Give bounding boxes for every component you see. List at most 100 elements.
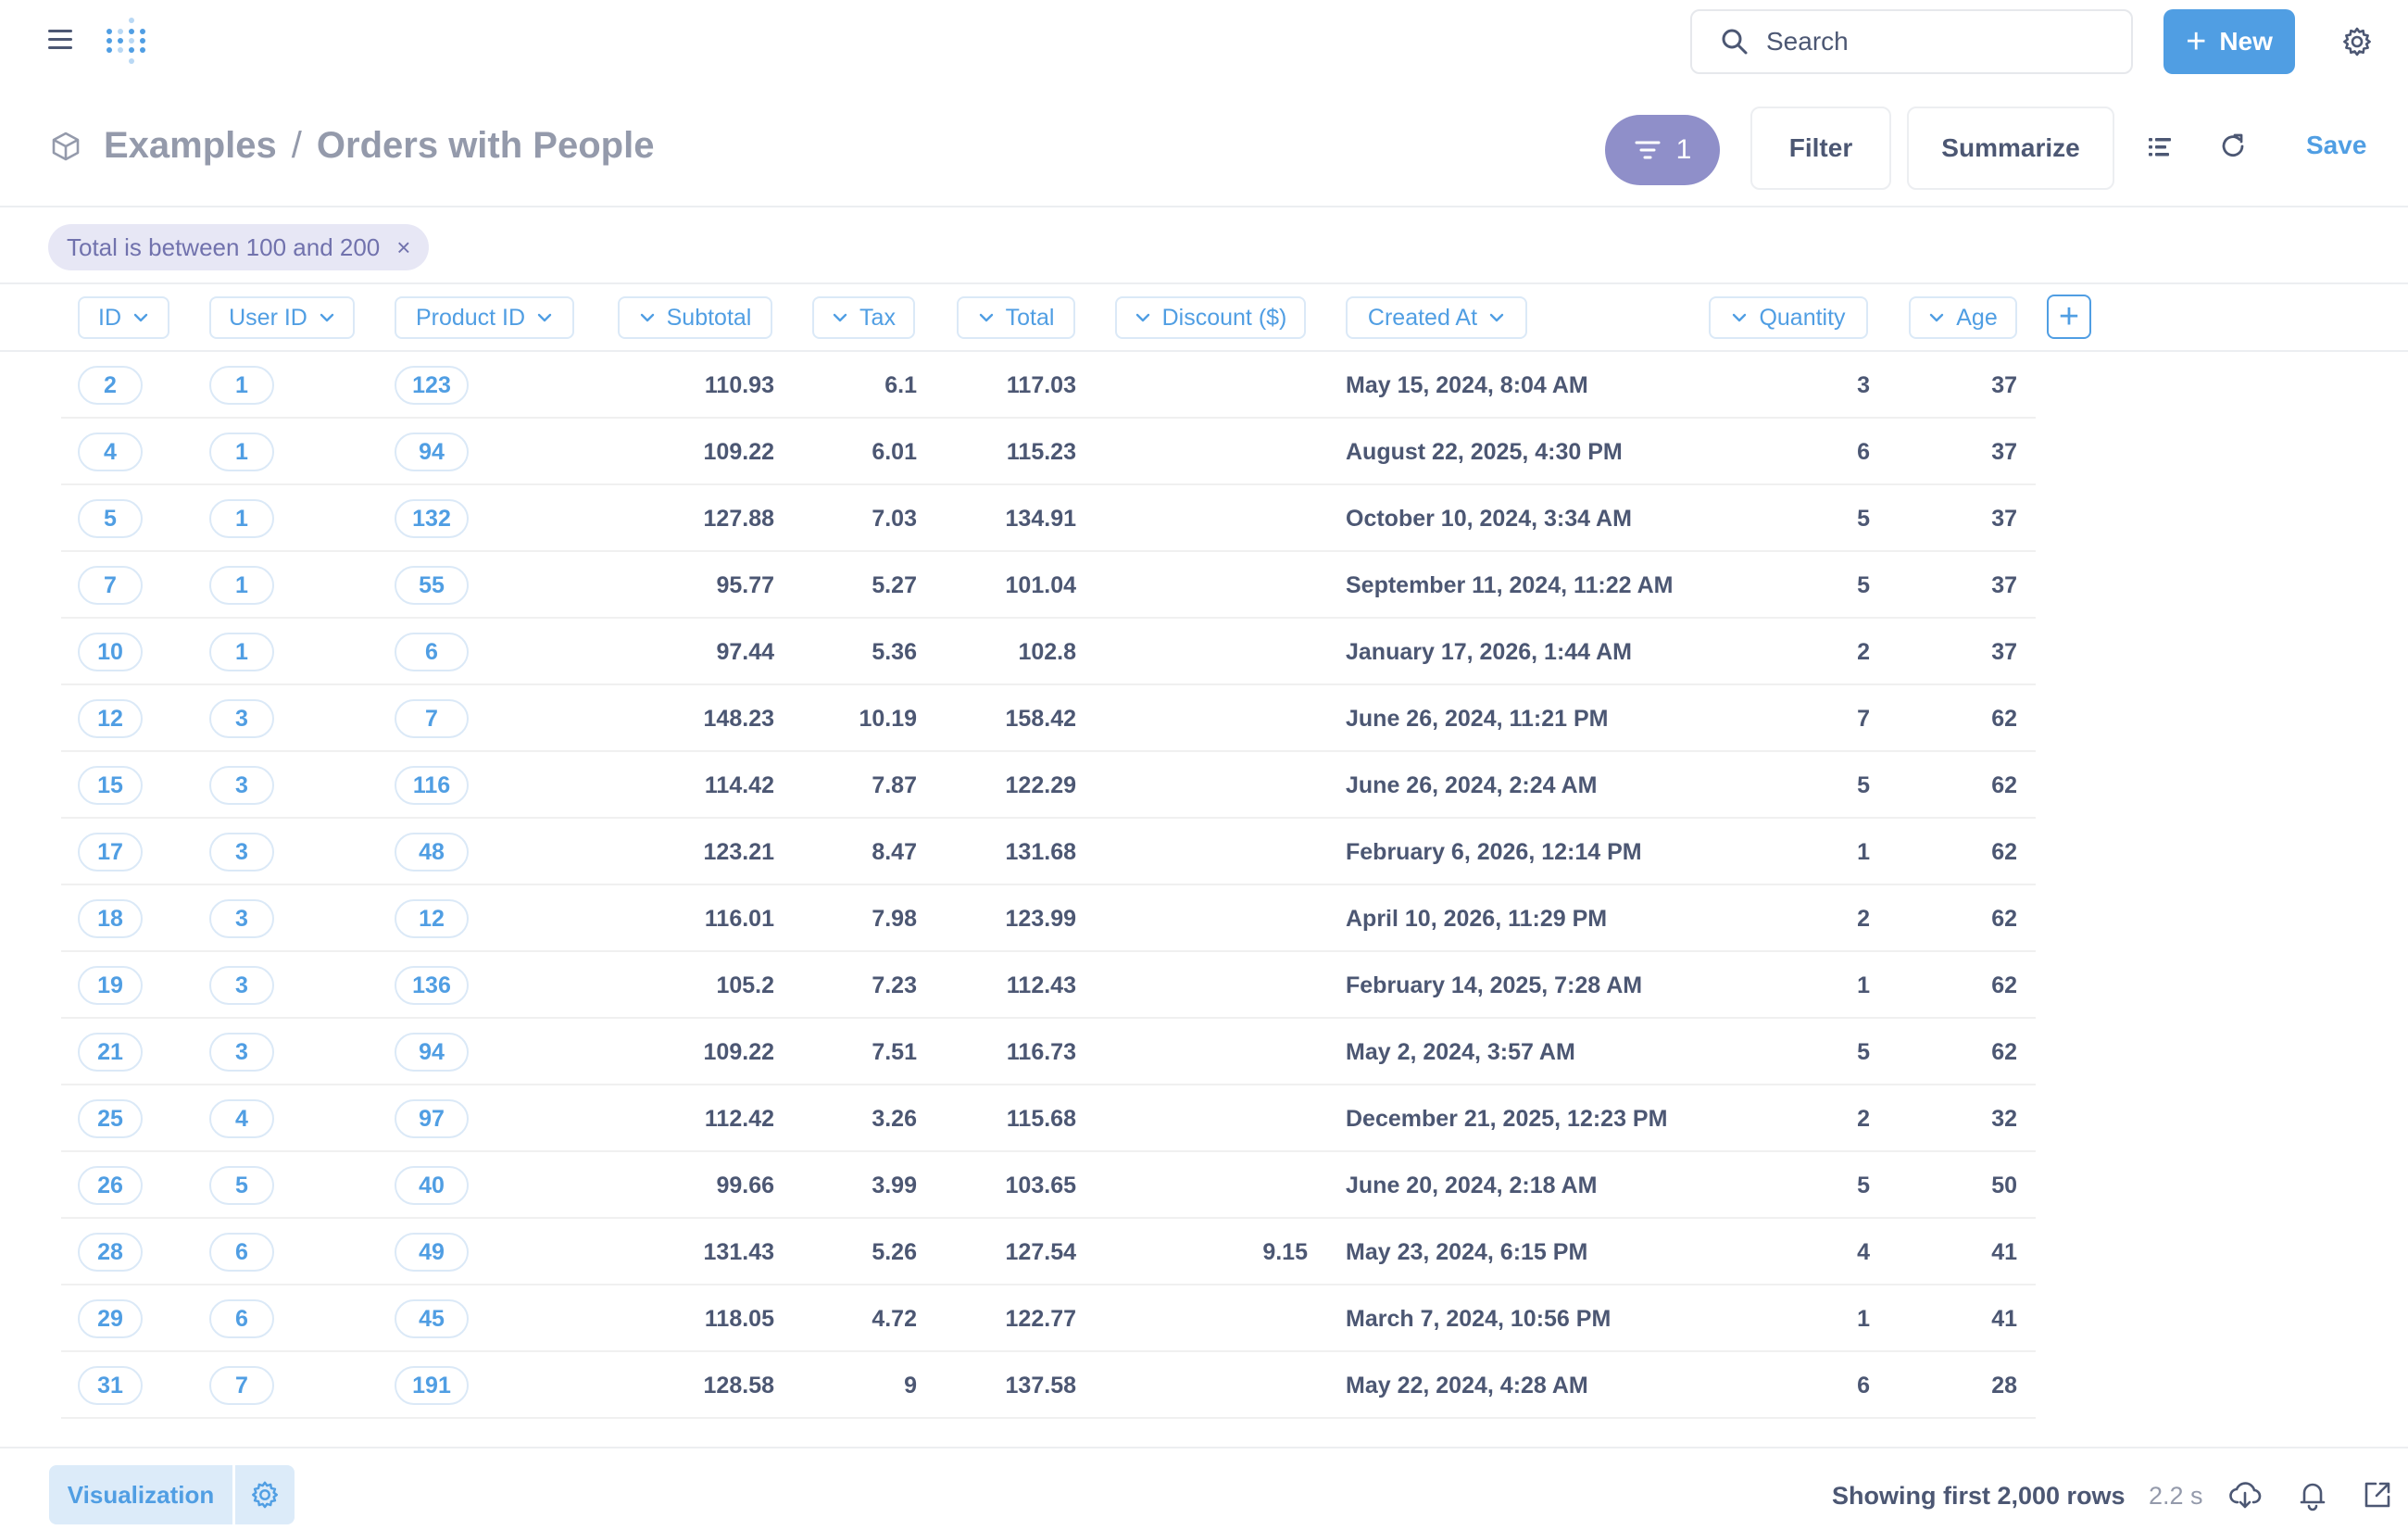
column-header-quantity[interactable]: Quantity (1709, 296, 1868, 339)
cell-user-id-link[interactable]: 3 (209, 899, 274, 938)
cell-product-id-link[interactable]: 136 (395, 966, 469, 1005)
cell-created-at: February 14, 2025, 7:28 AM (1346, 972, 1643, 998)
cell-total: 158.42 (1005, 706, 1076, 732)
cell-user-id-link[interactable]: 3 (209, 833, 274, 872)
cell-discount: 9.15 (1262, 1239, 1308, 1265)
cell-created-at: June 26, 2024, 2:24 AM (1346, 772, 1598, 798)
cell-id-link[interactable]: 17 (78, 833, 143, 872)
download-icon[interactable] (2228, 1478, 2262, 1511)
cell-product-id-link[interactable]: 7 (395, 699, 469, 738)
column-header-created-at[interactable]: Created At (1346, 296, 1527, 339)
visualization-settings-button[interactable] (235, 1465, 295, 1524)
cell-user-id-link[interactable]: 7 (209, 1366, 274, 1405)
column-header-user-id[interactable]: User ID (209, 296, 355, 339)
refresh-icon[interactable] (2217, 131, 2249, 162)
cell-age: 62 (1991, 972, 2017, 998)
notebook-editor-icon[interactable] (2147, 134, 2173, 160)
save-button[interactable]: Save (2306, 131, 2366, 160)
chevron-down-icon (979, 313, 993, 322)
cell-discount (1122, 1285, 1308, 1352)
cell-id-link[interactable]: 25 (78, 1099, 143, 1138)
cell-id-link[interactable]: 7 (78, 566, 143, 605)
add-column-button[interactable]: + (2047, 295, 2091, 339)
column-header-age[interactable]: Age (1909, 296, 2017, 339)
cell-product-id-link[interactable]: 116 (395, 766, 469, 805)
cell-user-id-link[interactable]: 3 (209, 699, 274, 738)
cell-user-id-link[interactable]: 1 (209, 499, 274, 538)
breadcrumb-collection[interactable]: Examples (104, 125, 277, 166)
table-row: 17 3 48 123.21 8.47 131.68 1 62 February 6, 2026… (0, 819, 2408, 885)
cell-id-link[interactable]: 5 (78, 499, 143, 538)
cell-product-id-link[interactable]: 191 (395, 1366, 469, 1405)
cell-product-id-link[interactable]: 49 (395, 1233, 469, 1272)
cell-id-link[interactable]: 21 (78, 1033, 143, 1072)
column-header-subtotal[interactable]: Subtotal (618, 296, 772, 339)
cell-user-id-link[interactable]: 4 (209, 1099, 274, 1138)
cell-product-id-link[interactable]: 6 (395, 633, 469, 671)
cell-id-link[interactable]: 4 (78, 433, 143, 471)
bell-icon[interactable] (2296, 1478, 2329, 1511)
cell-id-link[interactable]: 31 (78, 1366, 143, 1405)
hamburger-menu-icon[interactable] (48, 30, 72, 52)
search-placeholder: Search (1766, 27, 1849, 56)
cell-product-id-link[interactable]: 123 (395, 366, 469, 405)
cell-product-id-link[interactable]: 94 (395, 433, 469, 471)
cell-user-id-link[interactable]: 1 (209, 566, 274, 605)
cell-user-id-link[interactable]: 3 (209, 966, 274, 1005)
cell-user-id-link[interactable]: 5 (209, 1166, 274, 1205)
cell-product-id-link[interactable]: 94 (395, 1033, 469, 1072)
cell-created-at: May 23, 2024, 6:15 PM (1346, 1239, 1588, 1265)
cell-user-id-link[interactable]: 6 (209, 1299, 274, 1338)
footer-bar: Visualization Showing first 2,000 rows 2… (0, 1447, 2408, 1530)
chevron-down-icon (133, 313, 148, 322)
settings-gear-icon[interactable] (2341, 26, 2373, 57)
visualization-button[interactable]: Visualization (49, 1465, 232, 1524)
search-input[interactable]: Search (1690, 9, 2133, 74)
cell-id-link[interactable]: 28 (78, 1233, 143, 1272)
cell-product-id-link[interactable]: 48 (395, 833, 469, 872)
cell-id-link[interactable]: 29 (78, 1299, 143, 1338)
cell-created-at: April 10, 2026, 11:29 PM (1346, 906, 1608, 932)
page-title[interactable]: Orders with People (317, 125, 655, 166)
chevron-down-icon (1135, 313, 1149, 322)
column-header-discount[interactable]: Discount ($) (1115, 296, 1306, 339)
metabase-logo[interactable] (102, 13, 154, 70)
cell-product-id-link[interactable]: 12 (395, 899, 469, 938)
cell-product-id-link[interactable]: 55 (395, 566, 469, 605)
cell-product-id-link[interactable]: 40 (395, 1166, 469, 1205)
summarize-button[interactable]: Summarize (1907, 107, 2114, 190)
cell-id-link[interactable]: 26 (78, 1166, 143, 1205)
cell-product-id-link[interactable]: 97 (395, 1099, 469, 1138)
cell-user-id-link[interactable]: 3 (209, 766, 274, 805)
cell-product-id-link[interactable]: 132 (395, 499, 469, 538)
column-header-label: ID (98, 304, 121, 331)
cell-user-id-link[interactable]: 1 (209, 366, 274, 405)
cell-user-id-link[interactable]: 1 (209, 433, 274, 471)
table-row: 25 4 97 112.42 3.26 115.68 2 32 December 21, 202… (0, 1085, 2408, 1152)
remove-filter-icon[interactable]: × (396, 233, 410, 262)
cell-product-id-link[interactable]: 45 (395, 1299, 469, 1338)
column-header-total[interactable]: Total (957, 296, 1075, 339)
cell-total: 131.68 (1005, 839, 1076, 865)
cell-id-link[interactable]: 15 (78, 766, 143, 805)
cell-id-link[interactable]: 2 (78, 366, 143, 405)
cell-age: 37 (1991, 506, 2017, 532)
active-filter-chip[interactable]: Total is between 100 and 200 × (48, 224, 430, 270)
filter-button[interactable]: Filter (1750, 107, 1891, 190)
cell-user-id-link[interactable]: 3 (209, 1033, 274, 1072)
filter-count-toggle[interactable]: 1 (1605, 115, 1720, 185)
share-external-icon[interactable] (2361, 1478, 2394, 1511)
cell-id-link[interactable]: 12 (78, 699, 143, 738)
cell-user-id-link[interactable]: 1 (209, 633, 274, 671)
query-duration: 2.2 s (2149, 1482, 2203, 1510)
chevron-down-icon (833, 313, 847, 322)
cell-total: 112.43 (1006, 972, 1076, 998)
cell-id-link[interactable]: 18 (78, 899, 143, 938)
new-button[interactable]: + New (2163, 9, 2295, 74)
column-header-product-id[interactable]: Product ID (395, 296, 574, 339)
cell-id-link[interactable]: 19 (78, 966, 143, 1005)
cell-id-link[interactable]: 10 (78, 633, 143, 671)
cell-user-id-link[interactable]: 6 (209, 1233, 274, 1272)
column-header-id[interactable]: ID (78, 296, 169, 339)
column-header-tax[interactable]: Tax (812, 296, 915, 339)
